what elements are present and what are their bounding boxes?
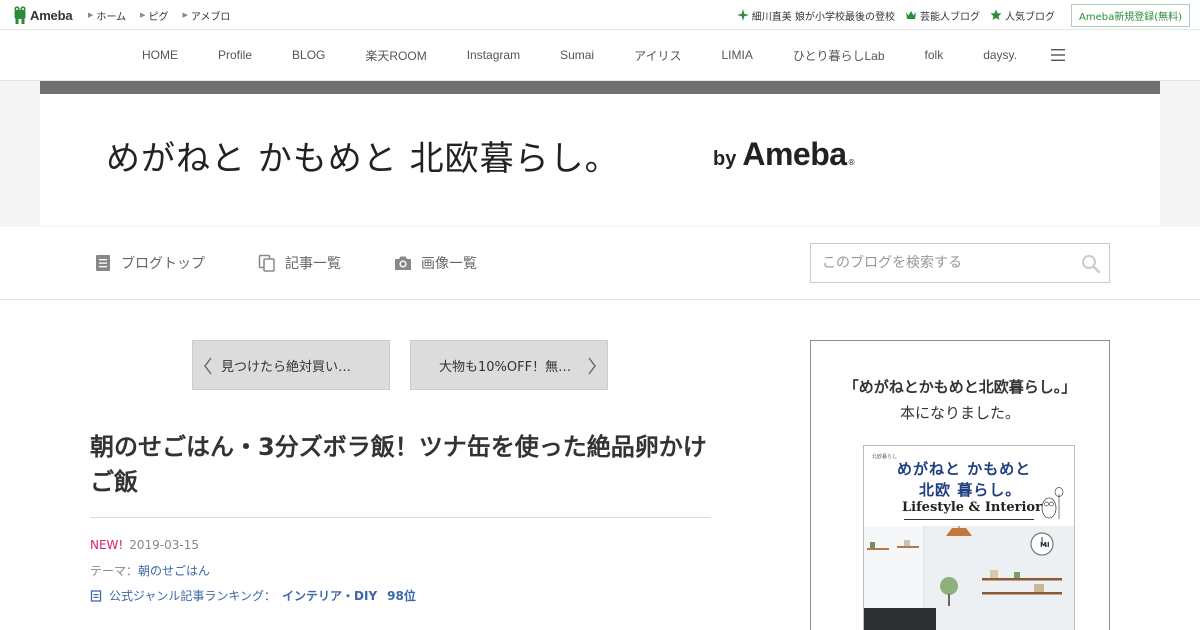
new-badge: NEW! xyxy=(90,538,124,552)
banner-top-bar xyxy=(40,81,1160,94)
blog-nav-items: HOME Profile BLOG 楽天ROOM Instagram Sumai… xyxy=(122,30,1065,80)
blog-toolbar: ブログトップ 記事一覧 画像一覧 xyxy=(0,227,1200,300)
blog-top-label: ブログトップ xyxy=(121,256,205,272)
book-announcement-text: 本になりました。 xyxy=(899,404,1020,422)
global-nav-home[interactable]: ▶ ホーム xyxy=(88,8,126,23)
global-nav-label: ピグ xyxy=(148,11,169,23)
copy-documents-icon xyxy=(258,254,275,272)
ranking-label: 公式ジャンル記事ランキング： xyxy=(109,589,277,603)
topic-label: 細川直美 娘が小学校最後の登校 xyxy=(751,11,895,23)
theme-link[interactable]: 朝のせごはん xyxy=(138,564,210,578)
book-cover-tag: 北欧暮らし xyxy=(872,454,898,460)
article-title: 朝のせごはん・3分ズボラ飯！ツナ缶を使った絶品卵かけご飯 xyxy=(90,433,707,496)
blog-nav-sumai[interactable]: Sumai xyxy=(540,48,614,62)
global-topics: 細川直美 娘が小学校最後の登校 芸能人ブログ 人気ブログ Ameba新規登録(無… xyxy=(736,0,1200,30)
topic-link-news[interactable]: 細川直美 娘が小学校最後の登校 xyxy=(736,8,895,23)
ranking-genre: インテリア・DIY xyxy=(282,589,378,603)
image-list-label: 画像一覧 xyxy=(421,256,477,272)
global-nav-label: ホーム xyxy=(96,11,127,23)
register-button[interactable]: Ameba新規登録(無料) xyxy=(1070,3,1190,27)
book-cover-underline xyxy=(904,519,1034,520)
article-list-link[interactable]: 記事一覧 xyxy=(258,252,341,274)
chevron-right-icon: ▶ xyxy=(182,11,188,19)
global-nav-label: アメブロ xyxy=(190,11,231,23)
title-divider xyxy=(90,517,711,518)
book-author: MI xyxy=(1040,541,1050,549)
blog-nav-limia[interactable]: LIMIA xyxy=(702,48,773,62)
chevron-left-icon xyxy=(204,357,212,375)
topic-link-popular[interactable]: 人気ブログ xyxy=(990,8,1055,23)
blog-nav-rakuten-room[interactable]: 楽天ROOM xyxy=(345,47,446,64)
star-icon xyxy=(990,9,1002,20)
previous-article-button[interactable]: 見つけたら絶対買い… xyxy=(192,340,390,390)
global-nav: ▶ ホーム ▶ ピグ ▶ アメブロ xyxy=(88,0,244,30)
article-date-line: NEW! 2019-03-15 xyxy=(90,538,199,552)
blog-nav-daysy[interactable]: daysy. xyxy=(963,48,1037,62)
blog-nav-instagram[interactable]: Instagram xyxy=(447,48,540,62)
search-icon[interactable] xyxy=(1081,254,1101,274)
document-icon xyxy=(96,255,110,271)
ameba-frog-icon xyxy=(14,6,26,24)
blog-header-banner[interactable]: めがねと かもめと 北欧暮らし。 by Ameba ® xyxy=(40,81,1160,226)
ameba-logo[interactable]: Ameba xyxy=(13,6,73,24)
global-nav-pigg[interactable]: ▶ ピグ xyxy=(140,8,168,23)
blog-nav-blog[interactable]: BLOG xyxy=(272,48,345,62)
book-cover-title-line2: 北欧 暮らし。 xyxy=(919,481,1022,499)
ameba-wordmark: Ameba xyxy=(742,136,847,172)
next-article-button[interactable]: 大物も10%OFF！無… xyxy=(410,340,608,390)
sparkle-icon xyxy=(736,9,749,21)
registered-mark: ® xyxy=(847,158,856,167)
camera-icon xyxy=(395,256,411,270)
topic-label: 芸能人ブログ xyxy=(919,11,980,23)
article-theme-line: テーマ：朝のせごはん xyxy=(90,562,210,579)
chevron-right-icon: ▶ xyxy=(140,11,146,19)
book-cover-subtitle: Lifestyle & Interior xyxy=(902,500,1042,515)
chevron-right-icon xyxy=(588,357,596,375)
ameba-logo-text: Ameba xyxy=(30,7,73,23)
blog-nav: HOME Profile BLOG 楽天ROOM Instagram Sumai… xyxy=(0,30,1200,81)
blog-nav-iris[interactable]: アイリス xyxy=(614,47,701,64)
global-header: Ameba ▶ ホーム ▶ ピグ ▶ アメブロ 細川直美 娘が小学校最後の登校 芸能人… xyxy=(0,0,1200,30)
article-date: 2019-03-15 xyxy=(129,538,199,552)
next-article-label: 大物も10%OFF！無… xyxy=(439,359,572,375)
previous-article-label: 見つけたら絶対買い… xyxy=(221,359,352,375)
by-ameba-mark: by Ameba ® xyxy=(713,136,856,173)
blog-search-input[interactable] xyxy=(811,244,1071,282)
image-list-link[interactable]: 画像一覧 xyxy=(394,252,477,274)
blog-nav-home[interactable]: HOME xyxy=(122,48,198,62)
blog-search-box xyxy=(810,243,1110,283)
genre-ranking-line[interactable]: 公式ジャンル記事ランキング： インテリア・DIY 98位 xyxy=(90,587,416,604)
blog-nav-profile[interactable]: Profile xyxy=(198,48,272,62)
blog-nav-folk[interactable]: folk xyxy=(905,48,964,62)
ranking-icon xyxy=(90,589,102,602)
by-label: by xyxy=(713,148,737,170)
blog-title: めがねと かもめと 北欧暮らし。 xyxy=(106,139,620,179)
topic-label: 人気ブログ xyxy=(1004,11,1055,23)
book-cover-image[interactable]: 北欧暮らし めがねと かもめと 北欧 暮らし。 Lifestyle & Inte… xyxy=(863,445,1075,630)
owl-illustration-icon xyxy=(1041,487,1064,519)
topic-link-celebrity[interactable]: 芸能人ブログ xyxy=(905,8,980,23)
ranking-rank: 98位 xyxy=(387,589,416,603)
blog-nav-hitorigurashi[interactable]: ひとり暮らしLab xyxy=(773,47,905,64)
global-nav-ameblo[interactable]: ▶ アメブロ xyxy=(182,8,230,23)
blog-top-link[interactable]: ブログトップ xyxy=(94,252,205,274)
crown-icon xyxy=(905,11,916,19)
article-list-label: 記事一覧 xyxy=(285,256,341,272)
book-announcement-title: 「めがねとかもめと北欧暮らし。」 xyxy=(843,378,1077,396)
theme-label: テーマ： xyxy=(90,564,139,578)
chevron-right-icon: ▶ xyxy=(88,11,94,19)
book-cover-title-line1: めがねと かもめと xyxy=(897,460,1032,478)
sidebar-book-widget: 「めがねとかもめと北欧暮らし。」 本になりました。 北欧暮らし めがねと かもめ… xyxy=(810,340,1110,630)
hamburger-menu-icon[interactable] xyxy=(1051,49,1065,61)
